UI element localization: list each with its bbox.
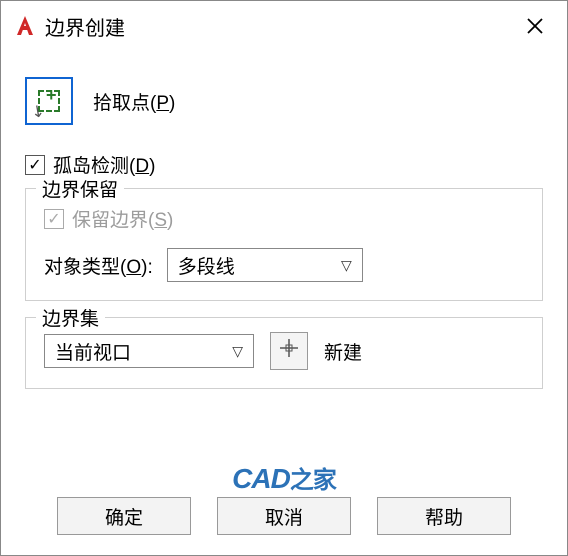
object-type-value: 多段线 (178, 252, 341, 279)
pick-point-row: + ↘ 拾取点(P) (25, 77, 543, 125)
crosshair-icon (278, 337, 300, 365)
retain-boundary-label: 保留边界(S) (72, 205, 173, 232)
plus-icon: + (46, 90, 60, 104)
boundary-set-dropdown[interactable]: 当前视口 ▽ (44, 334, 254, 368)
island-detection-label: 孤岛检测(D) (53, 151, 155, 178)
dialog-title: 边界创建 (45, 12, 513, 41)
close-button[interactable] (513, 7, 557, 45)
object-type-row: 对象类型(O): 多段线 ▽ (44, 248, 528, 282)
chevron-down-icon: ▽ (341, 257, 352, 274)
retain-boundary-checkbox: ✓ (44, 209, 64, 229)
boundary-set-row: 当前视口 ▽ 新建 (44, 332, 528, 370)
retain-boundary-row: ✓ 保留边界(S) (44, 205, 528, 232)
cancel-button[interactable]: 取消 (217, 497, 351, 535)
boundary-set-group: 边界集 当前视口 ▽ 新建 (25, 317, 543, 389)
pick-point-label: 拾取点(P) (93, 88, 175, 115)
close-icon (526, 17, 544, 35)
dialog-footer: CAD之家 CADHOME.COM.CN 让CAD学习更简单! 确定 取消 帮助 (5, 487, 563, 551)
boundary-retain-group: 边界保留 ✓ 保留边界(S) 对象类型(O): 多段线 ▽ (25, 188, 543, 301)
dialog-body: + ↘ 拾取点(P) ✓ 孤岛检测(D) 边界保留 ✓ 保留边界(S) (5, 47, 563, 487)
object-type-dropdown[interactable]: 多段线 ▽ (167, 248, 363, 282)
boundary-set-legend: 边界集 (36, 304, 105, 331)
island-detection-checkbox[interactable]: ✓ (25, 155, 45, 175)
titlebar: 边界创建 (5, 5, 563, 47)
new-boundary-set-button[interactable] (270, 332, 308, 370)
pick-point-button[interactable]: + ↘ (25, 77, 73, 125)
ok-button[interactable]: 确定 (57, 497, 191, 535)
chevron-down-icon: ▽ (232, 343, 243, 360)
object-type-label: 对象类型(O): (44, 252, 153, 279)
dialog-window: 边界创建 + ↘ 拾取点(P) ✓ 孤岛检测(D) (0, 0, 568, 556)
new-button-label: 新建 (324, 338, 362, 365)
island-detection-row: ✓ 孤岛检测(D) (25, 151, 543, 178)
help-button[interactable]: 帮助 (377, 497, 511, 535)
boundary-retain-legend: 边界保留 (36, 175, 124, 202)
boundary-set-value: 当前视口 (55, 338, 232, 365)
autocad-app-icon (11, 12, 39, 40)
